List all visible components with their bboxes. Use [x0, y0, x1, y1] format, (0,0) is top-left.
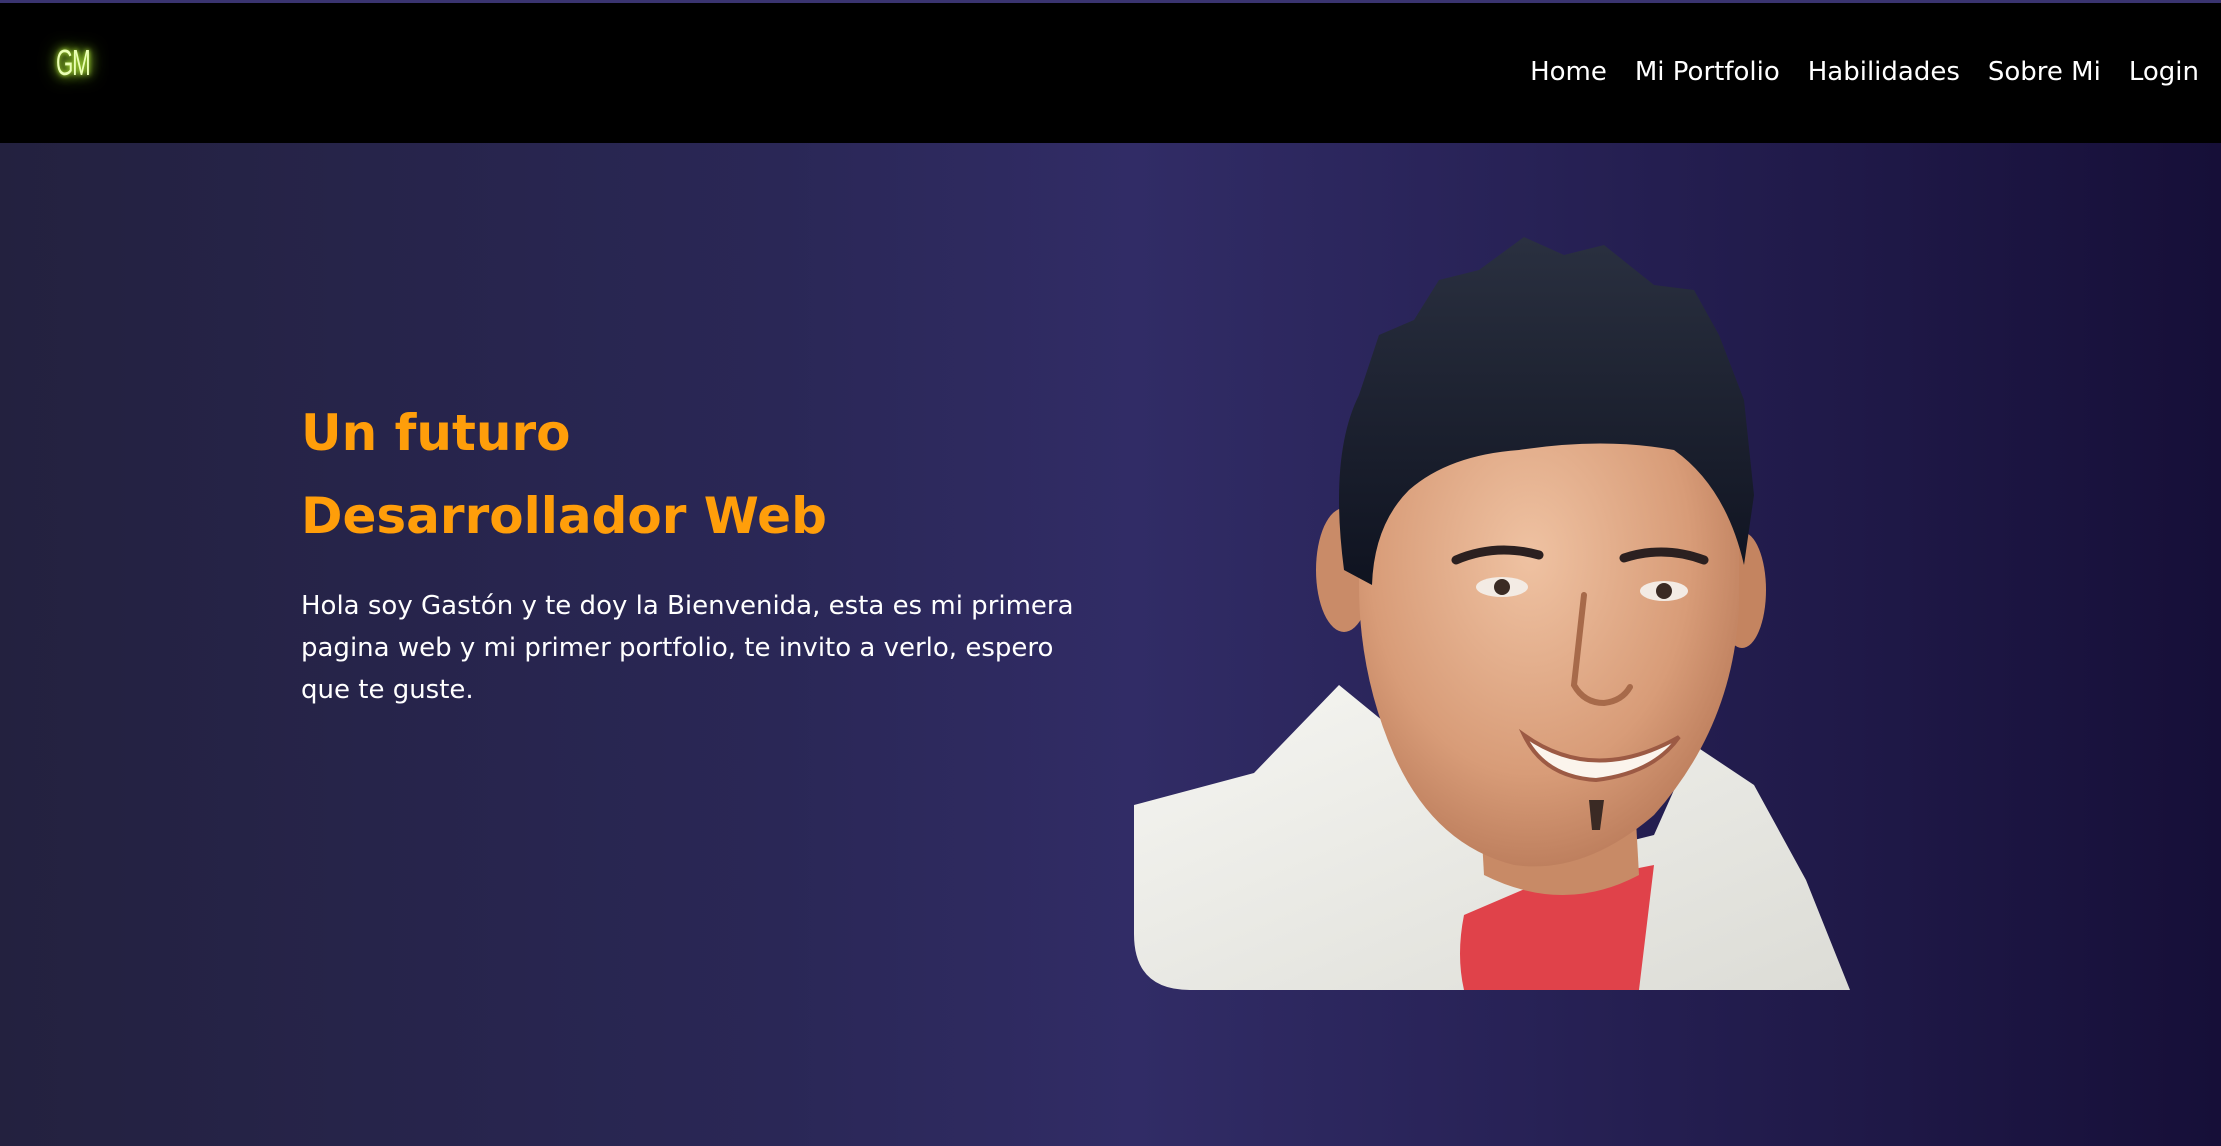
nav-link-login[interactable]: Login	[2129, 59, 2199, 85]
hero-title-line-2: Desarrollador Web	[301, 487, 827, 545]
hero-title: Un futuro Desarrollador Web	[301, 392, 1101, 558]
nav-link-home[interactable]: Home	[1530, 59, 1607, 85]
hero-description: Hola soy Gastón y te doy la Bienvenida, …	[301, 591, 1074, 705]
hero-title-line-1: Un futuro	[301, 404, 571, 462]
nav-link-skills[interactable]: Habilidades	[1808, 59, 1960, 85]
navbar: GM Home Mi Portfolio Habilidades Sobre M…	[0, 3, 2221, 143]
logo[interactable]: GM	[56, 45, 91, 81]
nav-menu: Home Mi Portfolio Habilidades Sobre Mi L…	[1530, 59, 2199, 85]
nav-link-about[interactable]: Sobre Mi	[1988, 59, 2101, 85]
profile-photo	[1134, 237, 1850, 990]
nav-link-portfolio[interactable]: Mi Portfolio	[1635, 59, 1780, 85]
